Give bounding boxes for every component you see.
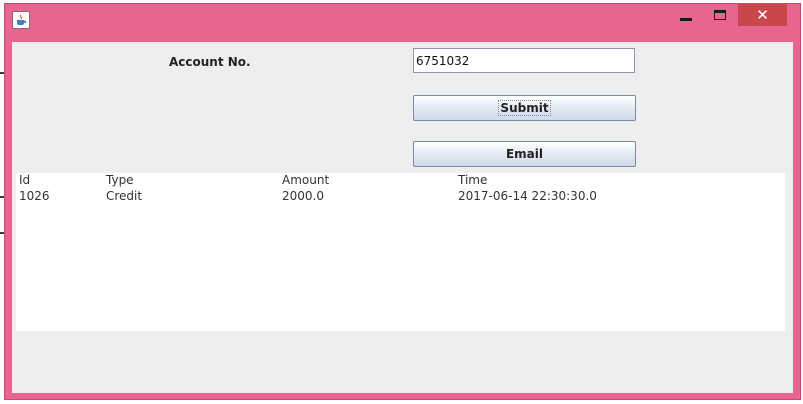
email-button-label: Email	[505, 147, 544, 161]
column-header-amount[interactable]: Amount	[282, 173, 329, 187]
table-row[interactable]: 1026 Credit 2000.0 2017-06-14 22:30:30.0	[16, 189, 785, 205]
transactions-table: Id Type Amount Time 1026 Credit 2000.0 2…	[16, 173, 785, 331]
account-number-label: Account No.	[169, 55, 251, 69]
column-header-time[interactable]: Time	[458, 173, 487, 187]
minimize-icon	[680, 17, 692, 21]
cell-amount: 2000.0	[282, 189, 324, 203]
maximize-button[interactable]	[705, 4, 735, 26]
table-header: Id Type Amount Time	[16, 173, 785, 189]
title-bar[interactable]: ✕	[5, 4, 800, 34]
java-cup-icon[interactable]	[12, 11, 30, 29]
cell-time: 2017-06-14 22:30:30.0	[458, 189, 597, 203]
cell-type: Credit	[106, 189, 143, 203]
email-button[interactable]: Email	[413, 141, 636, 167]
submit-button-label: Submit	[498, 100, 551, 116]
column-header-id[interactable]: Id	[19, 173, 30, 187]
app-window: ✕ Account No. Submit Email Id Type Amoun…	[4, 3, 801, 400]
account-number-input[interactable]	[413, 48, 635, 73]
close-icon: ✕	[756, 6, 769, 24]
submit-button[interactable]: Submit	[413, 95, 636, 121]
minimize-button[interactable]	[671, 4, 701, 26]
maximize-icon	[714, 10, 726, 20]
content-panel: Account No. Submit Email Id Type Amount …	[12, 42, 793, 393]
close-button[interactable]: ✕	[738, 4, 787, 26]
cell-id: 1026	[19, 189, 50, 203]
column-header-type[interactable]: Type	[106, 173, 134, 187]
